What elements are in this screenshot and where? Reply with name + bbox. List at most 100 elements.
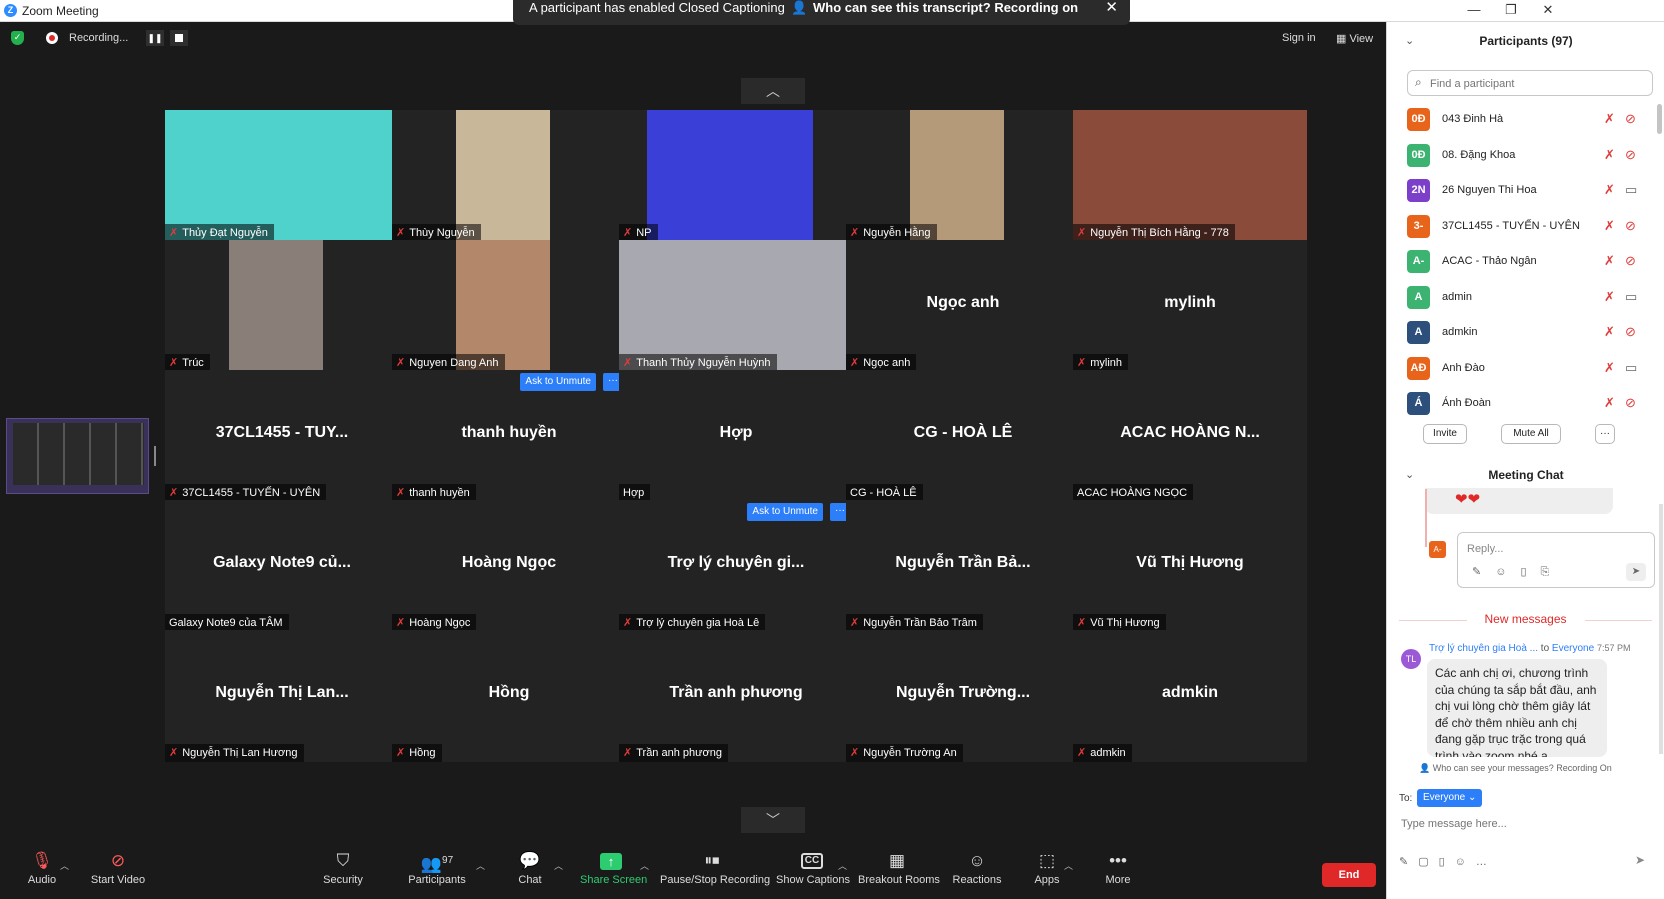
tile-center-name: Galaxy Note9 củ... [213, 554, 351, 571]
apps-options-caret[interactable]: ︿ [1064, 859, 1073, 872]
minimize-button[interactable]: — [1462, 2, 1486, 17]
start-video-button[interactable]: ⊘ Start Video [86, 843, 150, 899]
participant-row[interactable]: Aadmin ✗ ▭ [1387, 280, 1664, 316]
recipient-dropdown[interactable]: Everyone ⌄ [1417, 789, 1483, 807]
video-tile[interactable]: Trợ lý chuyên gi... ✗ Trợ lý chuyên gia Ho… [619, 500, 853, 632]
muted-mic-icon: ✗ [850, 617, 860, 629]
end-meeting-button[interactable]: End [1322, 863, 1376, 887]
participant-avatar: 0Đ [1407, 108, 1430, 131]
security-button[interactable]: ⛉ Security [320, 843, 366, 899]
video-tile[interactable]: thanh huyền ✗ thanh huyền Ask to Unmute ··· [392, 370, 626, 502]
close-window-button[interactable]: ✕ [1536, 2, 1560, 18]
video-tile[interactable]: ✗ Thủy Đạt Nguyễn [165, 110, 399, 242]
video-tile[interactable]: Hợp Hợp [619, 370, 853, 502]
maximize-button[interactable]: ❐ [1499, 2, 1523, 18]
video-stage: ✓ Recording... ❚❚ Sign in ▦ View ︿ ﹀ ✗ Th… [0, 22, 1386, 899]
audio-button[interactable]: 🎙 Audio [22, 843, 62, 899]
video-tile[interactable]: Vũ Thị Hương ✗ Vũ Thị Hương [1073, 500, 1307, 632]
participants-scrollbar[interactable] [1657, 104, 1662, 134]
video-tile[interactable]: ✗ Nguyễn Thị Bích Hằng - 778 [1073, 110, 1307, 242]
video-tile[interactable]: CG - HOÀ LÊ CG - HOÀ LÊ [846, 370, 1080, 502]
chat-options-caret[interactable]: ︿ [554, 859, 563, 872]
pause-stop-recording-button[interactable]: ⏸⏹ Pause/Stop Recording [660, 843, 770, 899]
video-tile[interactable]: Ngọc anh ✗ Ngọc anh [846, 240, 1080, 372]
chat-message-input[interactable] [1401, 814, 1651, 834]
share-options-caret[interactable]: ︿ [640, 859, 649, 872]
participant-row[interactable]: Aadmkin ✗ ⊘ [1387, 315, 1664, 351]
video-tile[interactable]: ✗ Thanh Thủy Nguyễn Huỳnh [619, 240, 853, 372]
participants-count: 97 [442, 855, 454, 866]
video-tile[interactable]: ✗ Nguyen Dang Anh [392, 240, 626, 372]
view-button[interactable]: ▦ View [1336, 32, 1373, 45]
participants-more-button[interactable]: ··· [1595, 424, 1615, 444]
participant-avatar: 0Đ [1407, 143, 1430, 167]
chat-button[interactable]: 💬 Chat [512, 843, 548, 899]
video-tile[interactable]: Hồng ✗ Hồng [392, 630, 626, 762]
video-tile[interactable]: Trần anh phương ✗ Trần anh phương [619, 630, 853, 762]
ask-to-unmute-button[interactable]: Ask to Unmute [520, 373, 596, 391]
sign-in-link[interactable]: Sign in [1282, 32, 1316, 44]
reply-box[interactable]: Reply... ✎☺▯⎘ ➤ [1457, 532, 1655, 588]
participant-name: mylinh [1090, 357, 1123, 369]
participant-row[interactable]: AĐ Anh Đào ✗ ▭ [1387, 351, 1664, 387]
captions-cc-icon: CC [801, 853, 823, 869]
more-button[interactable]: ••• More [1102, 843, 1134, 899]
reaction-hearts: ❤❤ [1425, 488, 1613, 514]
audio-options-caret[interactable]: ︿ [60, 859, 69, 872]
muted-mic-icon: ✗ [1604, 324, 1615, 339]
participant-row[interactable]: Á Ánh Đoàn ✗ ⊘ [1387, 386, 1664, 422]
video-tile[interactable]: ✗ Thùy Nguyễn [392, 110, 626, 242]
participant-name: Vũ Thị Hương [1090, 617, 1160, 629]
transcript-notice-link[interactable]: Who can see this transcript? Recording o… [813, 0, 1078, 15]
participant-row[interactable]: 2N 26 Nguyen Thi Hoa ✗ ▭ [1387, 173, 1664, 209]
stop-recording-button[interactable] [170, 30, 188, 46]
video-tile[interactable]: Nguyễn Trường... ✗ Nguyễn Trường An [846, 630, 1080, 762]
tile-name-label: ✗ Nguyễn Trường An [846, 744, 963, 762]
who-can-see-messages[interactable]: 👤 Who can see your messages? Recording O… [1419, 763, 1612, 774]
video-tile[interactable]: ✗ Trúc [165, 240, 399, 372]
participant-search-input[interactable] [1430, 75, 1640, 92]
video-tile[interactable]: Nguyễn Thị Lan... ✗ Nguyễn Thị Lan Hương [165, 630, 399, 762]
invite-button[interactable]: Invite [1423, 424, 1467, 444]
close-banner-button[interactable]: ✕ [1105, 0, 1118, 16]
send-message-icon[interactable]: ➤ [1629, 850, 1651, 870]
smiley-plus-icon: ☺ [968, 851, 986, 870]
reply-send-icon[interactable]: ➤ [1626, 563, 1646, 581]
video-tile[interactable]: 37CL1455 - TUY... ✗ 37CL1455 - TUYẾN - UYÊ… [165, 370, 399, 502]
ask-to-unmute-button[interactable]: Ask to Unmute [747, 503, 823, 521]
participant-name: Thủy Đạt Nguyễn [182, 227, 268, 239]
participant-row[interactable]: 0Đ 08. Đặng Khoa ✗ ⊘ [1387, 138, 1664, 174]
apps-button[interactable]: ⬚ Apps [1032, 843, 1062, 899]
participant-row[interactable]: A- ACAC - Thảo Ngân ✗ ⊘ [1387, 244, 1664, 280]
breakout-rooms-button[interactable]: ▦ Breakout Rooms [858, 843, 940, 899]
chat-tools-icons[interactable]: ✎▢▯☺… [1399, 855, 1497, 868]
encryption-shield-icon[interactable]: ✓ [11, 31, 24, 45]
reply-format-icons[interactable]: ✎☺▯⎘ [1472, 565, 1563, 579]
self-view-thumbnail[interactable] [6, 418, 149, 494]
transcript-icon: 👤 [791, 0, 808, 15]
thumbnail-drag-handle[interactable] [154, 446, 156, 466]
grid-view-icon: ▦ [1336, 33, 1350, 45]
mute-all-button[interactable]: Mute All [1501, 424, 1561, 444]
video-tile[interactable]: Nguyễn Trần Bả... ✗ Nguyễn Trần Bảo Trâm [846, 500, 1080, 632]
video-tile[interactable]: mylinh ✗ mylinh [1073, 240, 1307, 372]
participant-row[interactable]: 0Đ 043 Đinh Hà ✗ ⊘ [1387, 102, 1664, 138]
participants-button[interactable]: 👥97 Participants [404, 843, 470, 899]
reactions-button[interactable]: ☺ Reactions [952, 843, 1002, 899]
next-page-button[interactable]: ﹀ [741, 807, 805, 833]
message-sender[interactable]: Trợ lý chuyên gia Hoà ... [1429, 643, 1538, 654]
video-tile[interactable]: admkin ✗ admkin [1073, 630, 1307, 762]
pause-recording-button[interactable]: ❚❚ [146, 30, 164, 46]
video-tile[interactable]: Hoàng Ngọc ✗ Hoàng Ngọc [392, 500, 626, 632]
video-tile[interactable]: ✗ NP [619, 110, 853, 242]
chat-scrollbar[interactable] [1659, 504, 1663, 754]
participant-row[interactable]: 3- 37CL1455 - TUYẾN - UYÊN ✗ ⊘ [1387, 209, 1664, 245]
previous-page-button[interactable]: ︿ [741, 78, 805, 104]
share-screen-button[interactable]: ↑ Share Screen [580, 843, 647, 899]
captions-options-caret[interactable]: ︿ [838, 859, 847, 872]
video-tile[interactable]: ✗ Nguyễn Hằng [846, 110, 1080, 242]
participant-search[interactable]: ⌕ [1407, 70, 1653, 96]
video-tile[interactable]: Galaxy Note9 củ... Galaxy Note9 của TÂM [165, 500, 399, 632]
video-tile[interactable]: ACAC HOÀNG N... ACAC HOÀNG NGỌC [1073, 370, 1307, 502]
participants-options-caret[interactable]: ︿ [476, 859, 485, 872]
